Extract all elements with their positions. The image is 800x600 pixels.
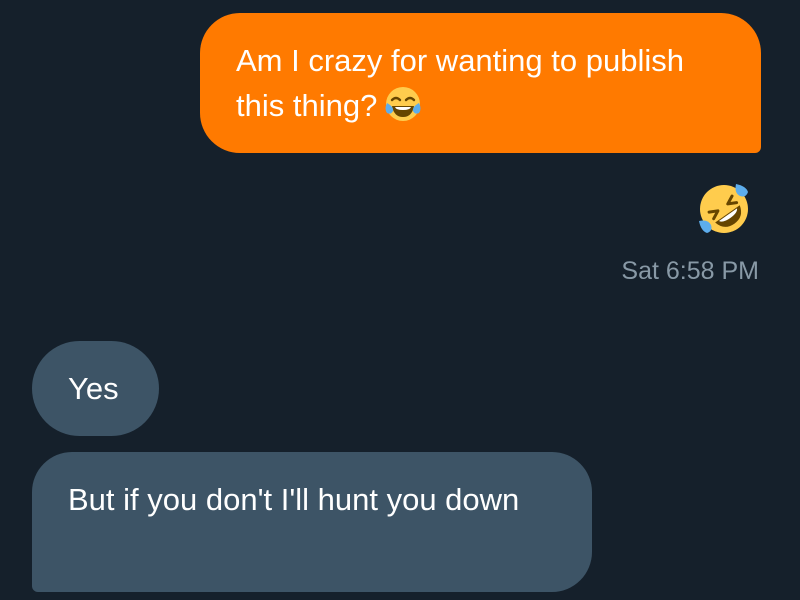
sent-message-bubble[interactable]: Am I crazy for wanting to publish this t… — [200, 13, 761, 153]
received-message-bubble[interactable]: But if you don't I'll hunt you down — [32, 452, 592, 592]
message-timestamp: Sat 6:58 PM — [621, 257, 759, 285]
received-message-text: But if you don't I'll hunt you down — [68, 482, 520, 517]
sent-message-text: Am I crazy for wanting to publish this t… — [236, 43, 684, 123]
received-message-text: Yes — [68, 371, 119, 406]
received-message-bubble[interactable]: Yes — [32, 341, 159, 436]
chat-thread: Am I crazy for wanting to publish this t… — [0, 0, 800, 600]
rolling-on-the-floor-laughing-icon[interactable] — [696, 181, 752, 237]
face-with-tears-of-joy-icon — [383, 84, 423, 136]
